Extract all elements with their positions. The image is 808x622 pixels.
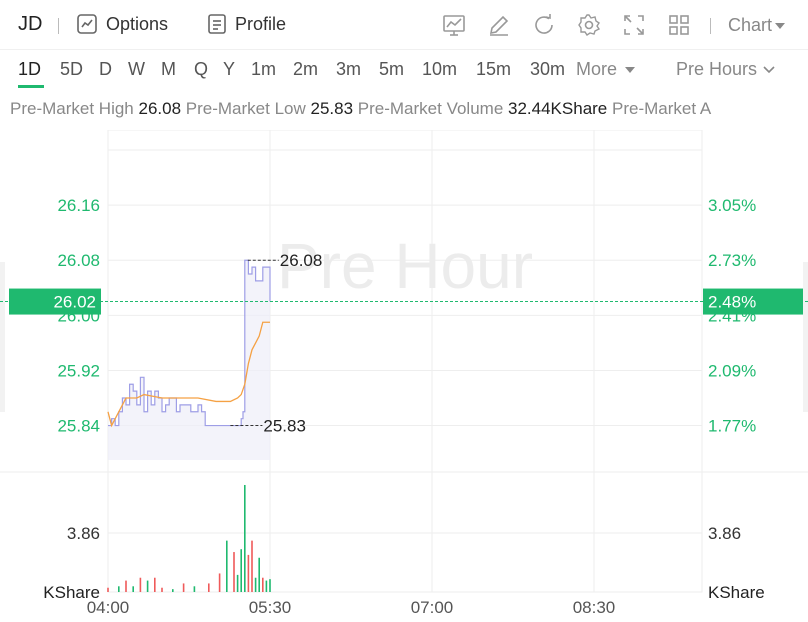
profile-label: Profile bbox=[235, 13, 287, 34]
volume-label: Pre-Market Volume bbox=[357, 99, 504, 118]
period-10m[interactable]: 10m bbox=[422, 59, 457, 80]
chevron-down-icon bbox=[763, 65, 775, 73]
volume-bar bbox=[146, 580, 149, 592]
fullscreen-icon[interactable] bbox=[622, 13, 646, 37]
volume-value: 32.44KShare bbox=[508, 99, 608, 118]
price-area-fill bbox=[108, 260, 270, 460]
low-value: 25.83 bbox=[310, 99, 354, 118]
volume-bar bbox=[265, 580, 268, 592]
price-tick-label: 25.84 bbox=[57, 417, 100, 436]
edit-icon[interactable] bbox=[487, 13, 511, 37]
more-periods-button[interactable]: More bbox=[576, 59, 636, 80]
options-chart-icon bbox=[77, 14, 97, 34]
period-1m[interactable]: 1m bbox=[251, 59, 276, 80]
profile-button[interactable]: Profile bbox=[207, 13, 286, 35]
plot-frame bbox=[107, 130, 703, 593]
percent-tick-label: 3.05% bbox=[708, 196, 756, 215]
price-tick-label: 25.92 bbox=[57, 361, 100, 380]
price-tick-label: 26.08 bbox=[57, 251, 100, 270]
volume-bar bbox=[254, 577, 257, 592]
chart-icon[interactable] bbox=[442, 13, 466, 37]
document-icon bbox=[208, 14, 226, 34]
extra-stat-label: Pre-Market A bbox=[612, 99, 712, 118]
current-percent-label: 2.48% bbox=[708, 293, 756, 312]
period-3m[interactable]: 3m bbox=[336, 59, 361, 80]
chart-type-dropdown[interactable]: Chart bbox=[728, 15, 786, 36]
volume-bar bbox=[233, 552, 235, 592]
volume-bar bbox=[182, 583, 185, 592]
volume-bar bbox=[154, 577, 156, 592]
period-2m[interactable]: 2m bbox=[293, 59, 318, 80]
period-y[interactable]: Y bbox=[223, 59, 235, 80]
volume-bar bbox=[118, 586, 120, 592]
period-q[interactable]: Q bbox=[194, 59, 208, 80]
caret-down-icon bbox=[775, 22, 786, 29]
more-label: More bbox=[576, 59, 618, 79]
volume-bar bbox=[262, 577, 264, 592]
volume-bar bbox=[258, 557, 260, 592]
ticker-symbol[interactable]: JD bbox=[18, 13, 42, 36]
divider bbox=[710, 18, 711, 34]
time-tick-label: 04:00 bbox=[87, 598, 130, 617]
period-15m[interactable]: 15m bbox=[476, 59, 511, 80]
volume-bar bbox=[251, 540, 253, 592]
refresh-icon[interactable] bbox=[532, 13, 556, 37]
percent-tick-label: 2.09% bbox=[708, 361, 756, 380]
volume-bar bbox=[139, 577, 142, 592]
volume-bar bbox=[107, 587, 109, 592]
volume-bar bbox=[269, 579, 271, 592]
options-button[interactable]: Options bbox=[76, 13, 168, 35]
session-label: Pre Hours bbox=[676, 59, 758, 79]
period-d[interactable]: D bbox=[99, 59, 112, 80]
percent-tick-label: 2.73% bbox=[708, 251, 756, 270]
chart-grid bbox=[0, 130, 808, 593]
volume-bar bbox=[208, 583, 210, 592]
volume-bar bbox=[247, 554, 250, 592]
layout-grid-icon[interactable] bbox=[667, 13, 691, 37]
current-price-label: 26.02 bbox=[53, 293, 96, 312]
low-marker-label: 25.83 bbox=[263, 417, 306, 436]
high-value: 26.08 bbox=[138, 99, 182, 118]
period-30m[interactable]: 30m bbox=[530, 59, 565, 80]
volume-bar bbox=[132, 586, 134, 592]
options-label: Options bbox=[106, 13, 169, 34]
volume-bar bbox=[125, 580, 127, 592]
settings-icon[interactable] bbox=[577, 13, 601, 37]
pre-market-stats: Pre-Market High 26.08 Pre-Market Low 25.… bbox=[10, 99, 711, 119]
period-m[interactable]: M bbox=[161, 59, 176, 80]
volume-tick-label: 3.86 bbox=[67, 524, 100, 543]
caret-down-icon bbox=[625, 66, 636, 73]
volume-unit-label: KShare bbox=[708, 583, 765, 602]
period-5d[interactable]: 5D bbox=[60, 59, 83, 80]
period-selector: 1D 5D D W M Q Y 1m 2m 3m 5m 10m 15m 30m … bbox=[0, 50, 808, 90]
volume-bar bbox=[236, 574, 239, 592]
low-label: Pre-Market Low bbox=[185, 99, 306, 118]
period-w[interactable]: W bbox=[128, 59, 145, 80]
session-dropdown[interactable]: Pre Hours bbox=[676, 59, 775, 80]
high-label: Pre-Market High bbox=[10, 99, 134, 118]
percent-tick-label: 1.77% bbox=[708, 417, 756, 436]
volume-bar bbox=[172, 589, 174, 592]
price-tick-label: 26.16 bbox=[57, 196, 100, 215]
divider bbox=[58, 18, 59, 34]
chart-type-label: Chart bbox=[728, 15, 773, 35]
time-tick-label: 07:00 bbox=[411, 598, 454, 617]
active-period-indicator bbox=[18, 85, 44, 88]
volume-bar bbox=[240, 549, 242, 592]
price-volume-chart[interactable]: Pre Hour 26.16 3.05%26.08 2.73%26.00 2.41%2… bbox=[0, 130, 808, 622]
time-tick-label: 05:30 bbox=[249, 598, 292, 617]
top-toolbar: JD Options Profile Chart bbox=[0, 0, 808, 50]
period-1d[interactable]: 1D bbox=[18, 59, 41, 80]
volume-bar bbox=[193, 586, 196, 592]
volume-bar bbox=[244, 484, 246, 592]
period-5m[interactable]: 5m bbox=[379, 59, 404, 80]
volume-tick-label: 3.86 bbox=[708, 524, 741, 543]
high-marker-label: 26.08 bbox=[280, 251, 323, 270]
volume-bars bbox=[107, 484, 271, 592]
time-tick-label: 08:30 bbox=[573, 598, 616, 617]
volume-bar bbox=[226, 540, 228, 592]
volume-bar bbox=[161, 587, 163, 592]
volume-bar bbox=[218, 573, 221, 592]
